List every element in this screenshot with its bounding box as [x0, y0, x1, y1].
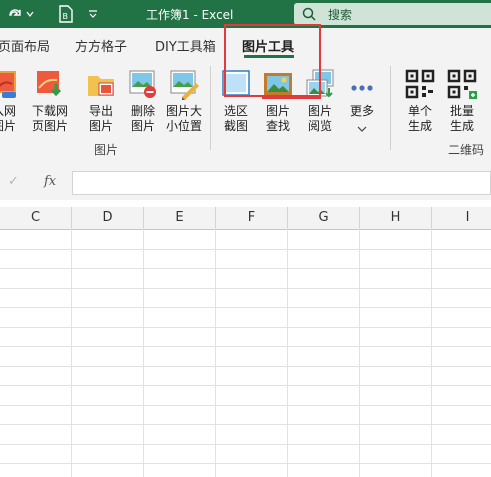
image-size-position-label: 图片大 小位置: [165, 104, 202, 133]
column-headers: C D E F G H I: [0, 207, 491, 230]
insert-web-image-button[interactable]: 入网 图片: [0, 66, 24, 136]
grid-row-line: [0, 346, 491, 347]
grid-row-line: [0, 288, 491, 289]
grid-column-line: [215, 229, 216, 477]
image-size-position-button[interactable]: 图片大 小位置: [164, 66, 204, 136]
grid-row-line: [0, 249, 491, 250]
qr-code-batch-icon: [446, 68, 478, 100]
column-header-g[interactable]: G: [288, 207, 360, 229]
grid-column-line: [431, 229, 432, 477]
column-header-f[interactable]: F: [216, 207, 288, 229]
qr-code-icon: [404, 68, 436, 100]
image-find-icon: [262, 68, 294, 100]
grid-row-line: [0, 385, 491, 386]
tab-fangfang-gezi[interactable]: 方方格子: [75, 36, 127, 55]
export-image-button[interactable]: 导出 图片: [81, 66, 121, 136]
insert-web-image-icon: [0, 68, 20, 100]
insert-function-icon[interactable]: fx: [44, 174, 56, 189]
more-button[interactable]: 更多: [342, 66, 382, 136]
more-dots-icon: [346, 68, 378, 100]
chevron-down-icon: [357, 122, 367, 136]
group-label-qrcode: 二维码: [448, 143, 485, 157]
group-separator: [390, 66, 391, 150]
grid-row-line: [0, 444, 491, 445]
tab-image-tools[interactable]: 图片工具: [242, 36, 294, 55]
download-web-image-icon: [34, 68, 66, 100]
column-header-i[interactable]: I: [432, 207, 491, 229]
column-header-h[interactable]: H: [360, 207, 432, 229]
tab-diy-toolbox[interactable]: DIY工具箱: [155, 36, 216, 55]
grid-row-line: [0, 463, 491, 464]
window-title: 工作簿1 - Excel: [146, 8, 234, 22]
download-web-image-button[interactable]: 下载网 页图片: [30, 66, 70, 136]
group-label-images: 图片: [94, 143, 119, 157]
grid-column-line: [359, 229, 360, 477]
qr-single-generate-button[interactable]: 单个 生成: [400, 66, 440, 136]
customize-toolbar-icon[interactable]: [86, 4, 100, 24]
document-icon[interactable]: B: [56, 4, 76, 24]
formula-input[interactable]: [72, 171, 491, 195]
title-bar: B 工作簿1 - Excel 搜索: [0, 0, 491, 28]
column-header-c[interactable]: C: [0, 207, 72, 229]
more-label: 更多: [349, 104, 374, 118]
search-label: 搜索: [328, 8, 353, 22]
redo-dropdown-icon[interactable]: [24, 4, 36, 24]
redo-icon[interactable]: [6, 4, 24, 24]
svg-text:B: B: [63, 12, 69, 21]
tab-page-layout[interactable]: 页面布局: [0, 36, 50, 55]
image-browse-button[interactable]: 图片 阅览: [300, 66, 340, 136]
image-browse-icon: [304, 68, 336, 100]
selection-screenshot-button[interactable]: 选区 截图: [216, 66, 256, 136]
enter-check-icon[interactable]: ✓: [8, 174, 19, 189]
grid-column-line: [143, 229, 144, 477]
grid-row-line: [0, 424, 491, 425]
grid-row-line: [0, 405, 491, 406]
qr-batch-generate-button[interactable]: 批量 生成: [442, 66, 482, 136]
selection-screenshot-icon: [220, 68, 252, 100]
cell-grid[interactable]: [0, 229, 491, 477]
grid-column-line: [287, 229, 288, 477]
column-header-e[interactable]: E: [144, 207, 216, 229]
grid-row-line: [0, 366, 491, 367]
grid-column-line: [71, 229, 72, 477]
qr-batch-label: 批量 生成: [449, 104, 474, 133]
active-tab-indicator: [244, 55, 294, 58]
download-web-image-label: 下载网 页图片: [31, 104, 68, 133]
formula-controls: ✓ fx: [0, 171, 70, 195]
grid-row-line: [0, 268, 491, 269]
grid-row-line: [0, 327, 491, 328]
image-size-position-icon: [168, 68, 200, 100]
column-header-d[interactable]: D: [72, 207, 144, 229]
formula-bar: ✓ fx: [0, 158, 491, 200]
image-find-button[interactable]: 图片 查找: [258, 66, 298, 136]
search-icon: [302, 7, 316, 24]
grid-row-line: [0, 307, 491, 308]
export-image-icon: [85, 68, 117, 100]
search-box[interactable]: 搜索: [294, 3, 491, 25]
delete-image-button[interactable]: 删除 图片: [123, 66, 163, 136]
ribbon-panel: 入网 图片 下载网 页图片 导出 图片: [0, 60, 491, 159]
delete-image-icon: [127, 68, 159, 100]
